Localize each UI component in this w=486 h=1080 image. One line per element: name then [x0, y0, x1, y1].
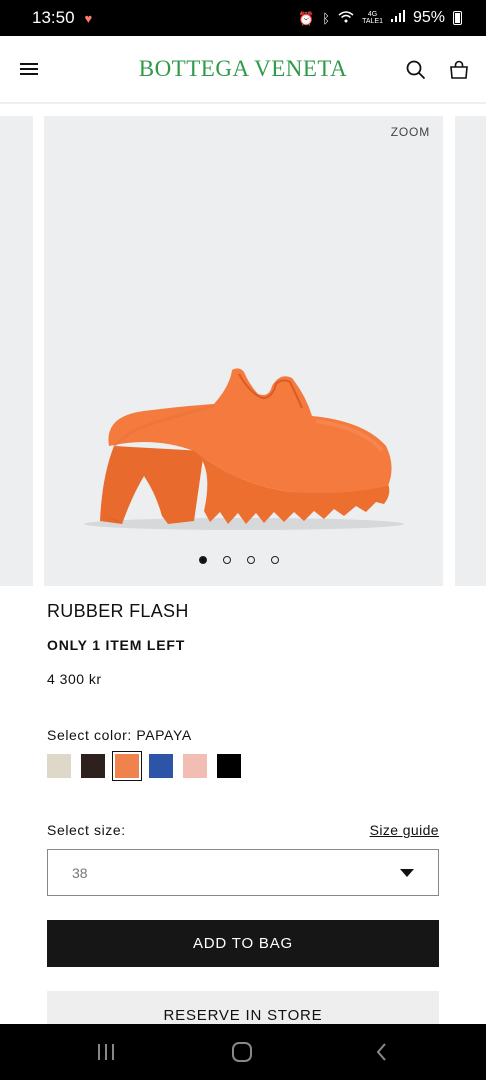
- carousel-dot[interactable]: [271, 556, 279, 564]
- color-swatch-blue[interactable]: [149, 754, 173, 778]
- size-guide-link[interactable]: Size guide: [370, 822, 439, 838]
- size-dropdown[interactable]: 38: [47, 849, 439, 896]
- wifi-icon: [338, 11, 354, 25]
- shopping-bag-icon[interactable]: [449, 60, 469, 80]
- color-swatch-papaya[interactable]: [112, 751, 142, 781]
- signal-icon: [390, 9, 405, 27]
- battery-percent: 95%: [412, 9, 445, 26]
- product-price: 4 300 kr: [47, 671, 102, 687]
- color-swatches: [47, 751, 241, 781]
- product-gallery[interactable]: ZOOM: [0, 116, 486, 586]
- color-swatch-black[interactable]: [217, 754, 241, 778]
- add-to-bag-label: ADD TO BAG: [193, 935, 293, 952]
- alarm-icon: ⏰: [298, 10, 315, 26]
- home-icon[interactable]: [232, 1042, 252, 1062]
- color-swatch-pink[interactable]: [183, 754, 207, 778]
- carousel-dot[interactable]: [247, 556, 255, 564]
- network-type: 4G TALE1: [362, 11, 383, 25]
- back-icon[interactable]: [372, 1041, 392, 1063]
- carousel-dots: [199, 556, 279, 564]
- site-header: BOTTEGA VENETA: [0, 36, 486, 104]
- color-swatch-dark-brown[interactable]: [81, 754, 105, 778]
- status-bar: 13:50 ♥ ⏰ ᛒ 4G TALE1 95%: [0, 0, 486, 36]
- size-select-label: Select size:: [47, 822, 126, 838]
- previous-image-peek[interactable]: [0, 116, 33, 586]
- product-title: RUBBER FLASH: [47, 601, 189, 621]
- color-swatch-beige[interactable]: [47, 754, 71, 778]
- health-heart-icon: ♥: [84, 10, 93, 26]
- bluetooth-icon: ᛒ: [322, 10, 331, 26]
- reserve-in-store-label: RESERVE IN STORE: [163, 1007, 323, 1024]
- size-dropdown-value: 38: [72, 864, 88, 881]
- shoe-illustration: [84, 368, 404, 530]
- stock-notice: ONLY 1 ITEM LEFT: [47, 637, 186, 653]
- product-image[interactable]: ZOOM: [44, 116, 443, 586]
- search-icon[interactable]: [406, 60, 426, 80]
- chevron-down-icon: [400, 868, 414, 877]
- battery-icon: [453, 11, 462, 25]
- carousel-dot[interactable]: [199, 556, 207, 564]
- next-image-peek[interactable]: [455, 116, 486, 586]
- carousel-dot[interactable]: [223, 556, 231, 564]
- color-select-label: Select color: PAPAYA: [47, 727, 192, 743]
- add-to-bag-button[interactable]: ADD TO BAG: [47, 920, 439, 967]
- system-nav-bar: [0, 1024, 486, 1080]
- recent-apps-icon[interactable]: [98, 1044, 118, 1060]
- status-time: 13:50: [32, 8, 75, 27]
